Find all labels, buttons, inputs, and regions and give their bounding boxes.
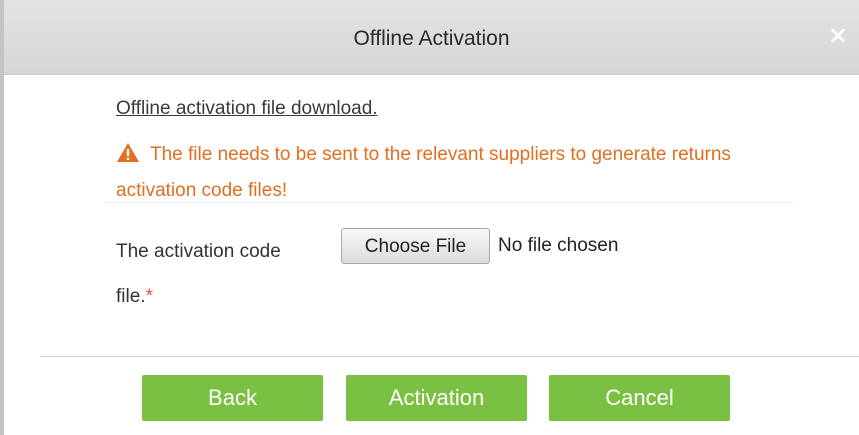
footer-divider: [40, 356, 859, 357]
activation-button[interactable]: Activation: [346, 375, 527, 421]
activation-code-file-label: The activation code file.*: [116, 229, 286, 319]
warning-message: The file needs to be sent to the relevan…: [116, 138, 796, 207]
dialog-titlebar: Offline Activation ×: [4, 0, 859, 75]
file-status-text: No file chosen: [498, 235, 619, 256]
activation-code-file-label-text: The activation code file.: [116, 241, 281, 307]
warning-text: The file needs to be sent to the relevan…: [116, 144, 731, 201]
choose-file-button[interactable]: Choose File: [341, 228, 490, 264]
offline-activation-dialog: Offline Activation × Offline activation …: [0, 0, 859, 435]
content-divider: [104, 202, 794, 203]
cancel-button[interactable]: Cancel: [549, 375, 730, 421]
back-button[interactable]: Back: [142, 375, 323, 421]
warning-triangle-icon: [116, 141, 140, 174]
close-icon[interactable]: ×: [823, 20, 853, 50]
dialog-title: Offline Activation: [353, 27, 510, 50]
offline-activation-download-link[interactable]: Offline activation file download.: [116, 98, 378, 120]
required-marker: *: [145, 286, 153, 307]
